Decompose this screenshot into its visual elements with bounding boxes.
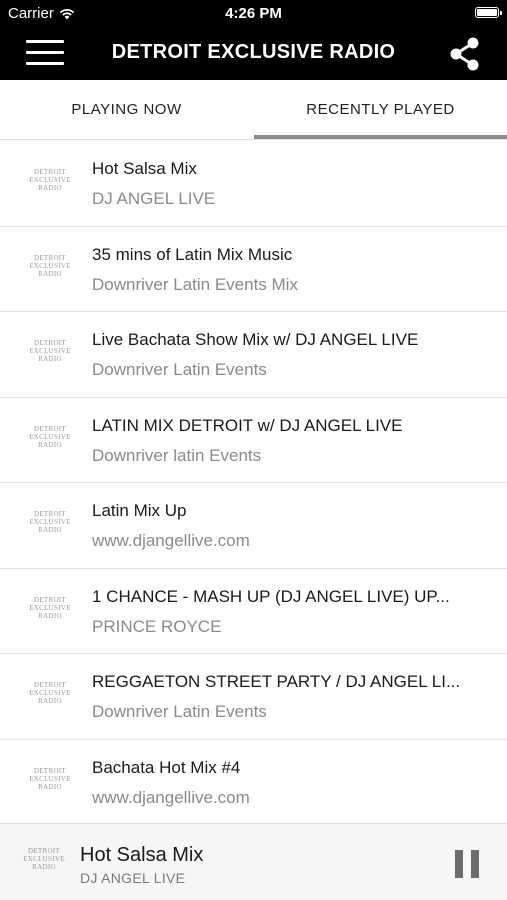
station-logo: DETROIT EXCLUSIVE RADIO: [29, 339, 71, 363]
track-artist: Downriver latin Events: [92, 445, 262, 465]
list-item[interactable]: DETROIT EXCLUSIVE RADIO 1 CHANCE - MASH UP…: [0, 569, 507, 654]
station-logo: DETROIT EXCLUSIVE RADIO: [29, 168, 71, 192]
list-item[interactable]: DETROIT EXCLUSIVE RADIO Latin Mix Up www.d…: [0, 483, 507, 569]
track-artist: Downriver Latin Events: [92, 360, 267, 379]
status-bar: Carrier 4:26 PM: [0, 0, 507, 28]
station-logo: DETROIT EXCLUSIVE RADIO: [23, 847, 65, 871]
recently-played-list: DETROIT EXCLUSIVE RADIO Hot Salsa Mix DJ A…: [0, 141, 507, 825]
list-item[interactable]: DETROIT EXCLUSIVE RADIO Live Bachata Show …: [0, 312, 507, 398]
now-playing-artist: DJ ANGEL LIVE: [80, 870, 186, 886]
track-title: Bachata Hot Mix #4: [92, 757, 241, 777]
station-logo: DETROIT EXCLUSIVE RADIO: [29, 681, 71, 705]
share-icon[interactable]: [447, 36, 483, 72]
track-title: 35 mins of Latin Mix Music: [92, 244, 293, 264]
list-item[interactable]: DETROIT EXCLUSIVE RADIO LATIN MIX DETROIT …: [0, 398, 507, 483]
clock: 4:26 PM: [225, 5, 282, 22]
track-title: Hot Salsa Mix: [92, 159, 197, 178]
list-item[interactable]: DETROIT EXCLUSIVE RADIO REGGAETON STREET P…: [0, 654, 507, 740]
track-artist: DJ ANGEL LIVE: [92, 189, 216, 208]
station-logo: DETROIT EXCLUSIVE RADIO: [29, 595, 71, 620]
track-title: LATIN MIX DETROIT w/ DJ ANGEL LIVE: [92, 415, 403, 435]
track-artist: Downriver Latin Events: [92, 702, 267, 721]
track-title: Live Bachata Show Mix w/ DJ ANGEL LIVE: [92, 330, 419, 349]
list-item[interactable]: DETROIT EXCLUSIVE RADIO Hot Salsa Mix DJ A…: [0, 141, 507, 227]
top-bar: Carrier 4:26 PM DETROIT EXCLUSIVE RADIO: [0, 0, 507, 80]
nav-bar: DETROIT EXCLUSIVE RADIO: [0, 28, 507, 80]
now-playing-title: Hot Salsa Mix: [80, 844, 204, 866]
station-logo: DETROIT EXCLUSIVE RADIO: [29, 253, 71, 278]
track-artist: Downriver Latin Events Mix: [92, 274, 298, 294]
hamburger-menu-icon[interactable]: [26, 40, 64, 68]
tab-playing-now[interactable]: PLAYING NOW: [0, 80, 253, 140]
now-playing-bar[interactable]: DETROIT EXCLUSIVE RADIO Hot Salsa Mix DJ A…: [0, 823, 507, 900]
station-logo: DETROIT EXCLUSIVE RADIO: [29, 424, 71, 449]
track-title: REGGAETON STREET PARTY / DJ ANGEL LI...: [92, 672, 461, 691]
track-artist: www.djangellive.com: [92, 787, 250, 807]
page-title: DETROIT EXCLUSIVE RADIO: [111, 41, 396, 63]
list-item[interactable]: DETROIT EXCLUSIVE RADIO Bachata Hot Mix #4…: [0, 740, 507, 825]
list-item[interactable]: DETROIT EXCLUSIVE RADIO 35 mins of Latin M…: [0, 227, 507, 312]
station-logo: DETROIT EXCLUSIVE RADIO: [29, 766, 71, 791]
tab-bar: PLAYING NOW RECENTLY PLAYED: [0, 80, 507, 140]
track-title: Latin Mix Up: [92, 501, 187, 520]
battery-icon: [475, 7, 502, 18]
track-title: 1 CHANCE - MASH UP (DJ ANGEL LIVE) UP...: [92, 586, 450, 606]
station-logo: DETROIT EXCLUSIVE RADIO: [29, 510, 71, 534]
track-artist: www.djangellive.com: [92, 531, 250, 550]
pause-icon[interactable]: [455, 850, 479, 878]
tab-selected-indicator: [254, 135, 507, 139]
tab-recently-played[interactable]: RECENTLY PLAYED: [254, 80, 507, 140]
track-artist: PRINCE ROYCE: [92, 616, 222, 636]
